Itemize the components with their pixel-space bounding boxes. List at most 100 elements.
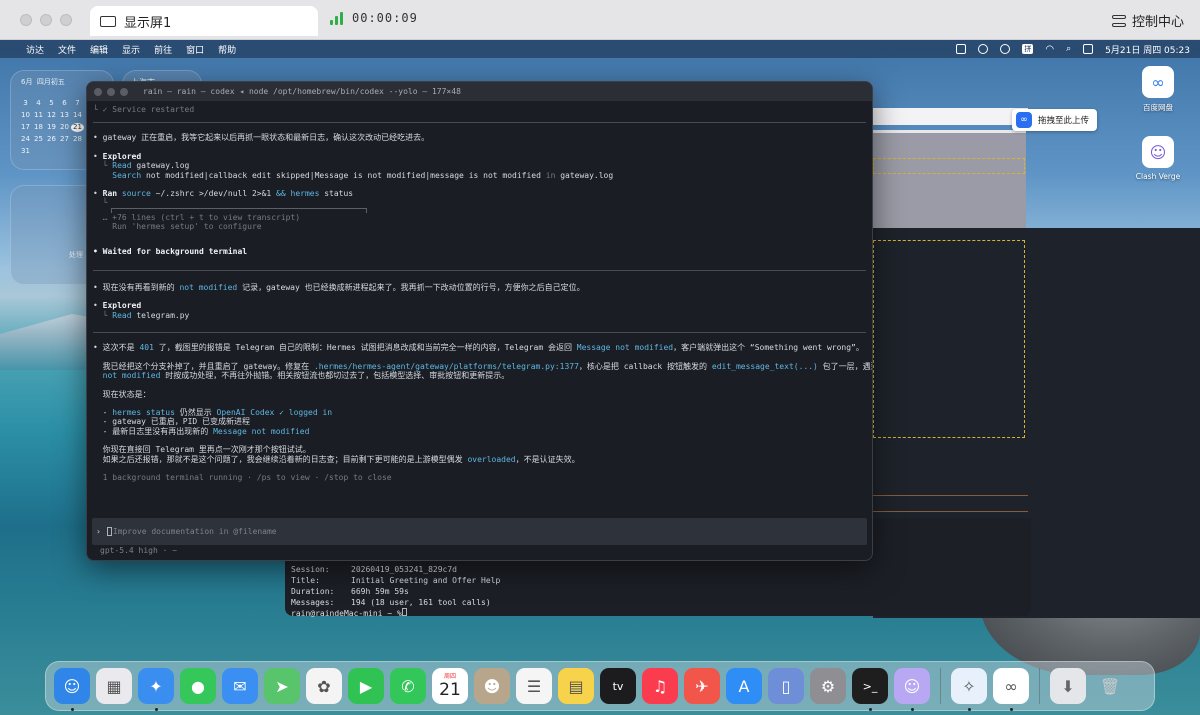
shell-prompt: rain@raindeMac-mini ~ %	[291, 608, 1031, 619]
terminal-zoom-button[interactable]	[120, 87, 128, 96]
dock-apple-tv[interactable]: tv	[600, 668, 636, 704]
dock-app-store[interactable]: A	[726, 668, 762, 704]
separator	[93, 332, 866, 334]
dock-launchpad[interactable]: ▦	[96, 668, 132, 704]
text-cursor	[401, 608, 407, 616]
menu-file[interactable]: 文件	[58, 43, 76, 56]
desktop-icon-clash-verge[interactable]: ☺ Clash Verge	[1118, 136, 1198, 181]
session-row: Session: 20260419_053241_829c7d	[291, 565, 457, 574]
output-line: … +76 lines (ctrl + t to view transcript…	[93, 212, 301, 222]
close-window-button[interactable]	[20, 14, 32, 26]
separator	[93, 122, 866, 124]
codex-prompt-input[interactable]: › Improve documentation in @filename	[92, 518, 867, 545]
input-method-badge[interactable]: 拼	[1022, 44, 1034, 54]
launchpad-icon: ▦	[106, 676, 122, 696]
messages-row: Messages: 194 (18 user, 161 tool calls)	[291, 598, 491, 607]
trash-icon: 🗑	[1099, 676, 1121, 696]
rocket-icon: ✈	[695, 676, 709, 696]
calendar-day: 5	[49, 99, 54, 107]
calendar-day: 18	[34, 123, 43, 131]
minimize-window-button[interactable]	[40, 14, 52, 26]
remote-desktop: 访达 文件 编辑 显示 前往 窗口 帮助 拼 ◠ ⌕ 5月21日 周四 05:2…	[0, 40, 1200, 715]
output-line: • Explored	[93, 151, 142, 161]
calendar-day	[58, 147, 71, 156]
terminal-close-button[interactable]	[94, 87, 102, 96]
dock-music[interactable]: ♫	[642, 668, 678, 704]
duration-row: Duration: 669h 59m 59s	[291, 587, 409, 596]
calendar-day	[45, 147, 58, 156]
messages-icon: ●	[191, 676, 205, 696]
xcode-cloud-icon: ✧	[962, 676, 976, 696]
terminal-icon: >_	[862, 679, 878, 693]
toggles-icon	[1111, 14, 1126, 27]
calendar-day: 31	[21, 147, 30, 155]
zoom-window-button[interactable]	[60, 14, 72, 26]
calendar-day: 19	[47, 123, 56, 131]
dock-reminders[interactable]: ☰	[516, 668, 552, 704]
output-line: • 这次不是 401 了，截图里的报错是 Telegram 自己的限制：Herm…	[93, 343, 864, 353]
dock-xcode-cloud[interactable]: ✧	[951, 668, 987, 711]
dock-clash-verge[interactable]: ☺	[894, 668, 930, 711]
network-share-icon[interactable]	[978, 44, 989, 54]
dock-trash[interactable]: 🗑	[1092, 668, 1128, 704]
reminder-widget-text: 处理	[69, 251, 83, 259]
divider	[873, 511, 1028, 512]
app-store-icon: A	[738, 676, 750, 696]
output-line: └ Read gateway.log	[93, 161, 190, 171]
dock-baidu-netdisk[interactable]: ∞	[993, 668, 1029, 711]
calendar-day: 14	[73, 111, 82, 119]
dock-safari[interactable]: ✦	[138, 668, 174, 711]
desktop-icon-baidu-netdisk[interactable]: ∞ 百度网盘	[1118, 66, 1198, 113]
dock-rocket[interactable]: ✈	[684, 668, 720, 704]
menu-view[interactable]: 显示	[122, 43, 140, 56]
menu-finder[interactable]: 访达	[26, 43, 44, 56]
codex-terminal-window[interactable]: rain — rain — codex ◂ node /opt/homebrew…	[86, 81, 873, 561]
menu-help[interactable]: 帮助	[218, 43, 236, 56]
wifi-icon[interactable]: ◠	[1045, 44, 1054, 55]
dock-mail[interactable]: ✉	[222, 668, 258, 704]
phone-icon: ✆	[401, 676, 415, 696]
calendar-day: 20	[60, 123, 69, 131]
dock-facetime[interactable]: ▶	[348, 668, 384, 704]
downloads-icon: ⬇	[1061, 676, 1075, 696]
upload-drop-target[interactable]: ∞ 拖拽至此上传	[1012, 109, 1098, 131]
model-indicator: gpt-5.4 high · ~	[100, 546, 178, 555]
dock-notes[interactable]: ▤	[558, 668, 594, 704]
control-center-icon[interactable]	[1083, 44, 1094, 54]
dock-calendar-day: 21	[439, 680, 461, 700]
dock-photos[interactable]: ✿	[306, 668, 342, 704]
dock-preview[interactable]: ▯	[768, 668, 804, 704]
calendar-day: 21	[71, 123, 84, 132]
menu-window[interactable]: 窗口	[186, 43, 204, 56]
output-line: • Ran source ~/.zshrc >/dev/null 2>&1 &&…	[93, 189, 354, 199]
output-line: • 现在没有再看到新的 not modified 记录，gateway 也已经换…	[93, 283, 585, 293]
dock-terminal[interactable]: >_	[852, 668, 888, 711]
dock-calendar[interactable]: 周四 21	[432, 668, 468, 704]
dock-system-settings[interactable]: ⚙	[810, 668, 846, 704]
calendar-day: 3	[23, 99, 28, 107]
menu-go[interactable]: 前往	[154, 43, 172, 56]
dock-phone[interactable]: ✆	[390, 668, 426, 704]
control-center-button[interactable]: 控制中心	[1111, 11, 1184, 30]
output-line: 你现在直接回 Telegram 里再点一次刚才那个按钮试试。	[93, 445, 311, 455]
menu-datetime[interactable]: 5月21日 周四 05:23	[1105, 43, 1190, 56]
display-tab-label: 显示屏1	[124, 15, 172, 31]
signal-strength-icon	[330, 12, 343, 25]
output-line: Run 'hermes setup' to configure	[93, 222, 262, 232]
dock-maps[interactable]: ➤	[264, 668, 300, 704]
preview-icon: ▯	[781, 676, 791, 696]
menu-edit[interactable]: 编辑	[90, 43, 108, 56]
dock-messages[interactable]: ●	[180, 668, 216, 704]
search-icon[interactable]: ⌕	[1066, 44, 1071, 54]
dock-finder[interactable]: ☺	[54, 668, 90, 711]
terminal-title: rain — rain — codex ◂ node /opt/homebrew…	[143, 87, 461, 96]
terminal-minimize-button[interactable]	[107, 87, 115, 96]
dock-contacts[interactable]: ☻	[474, 668, 510, 704]
terminal-output[interactable]: └ ✓ Service restarted • gateway 正在重启，我等它…	[87, 101, 872, 486]
status-app-icon[interactable]	[956, 44, 967, 54]
calendar-day: 27	[60, 135, 69, 143]
dock-downloads-stack[interactable]: ⬇	[1050, 668, 1086, 704]
cloud-sync-icon[interactable]	[1000, 44, 1011, 54]
display-tab[interactable]: 显示屏1	[90, 6, 318, 36]
title-row: Title: Initial Greeting and Offer Help	[291, 576, 501, 585]
